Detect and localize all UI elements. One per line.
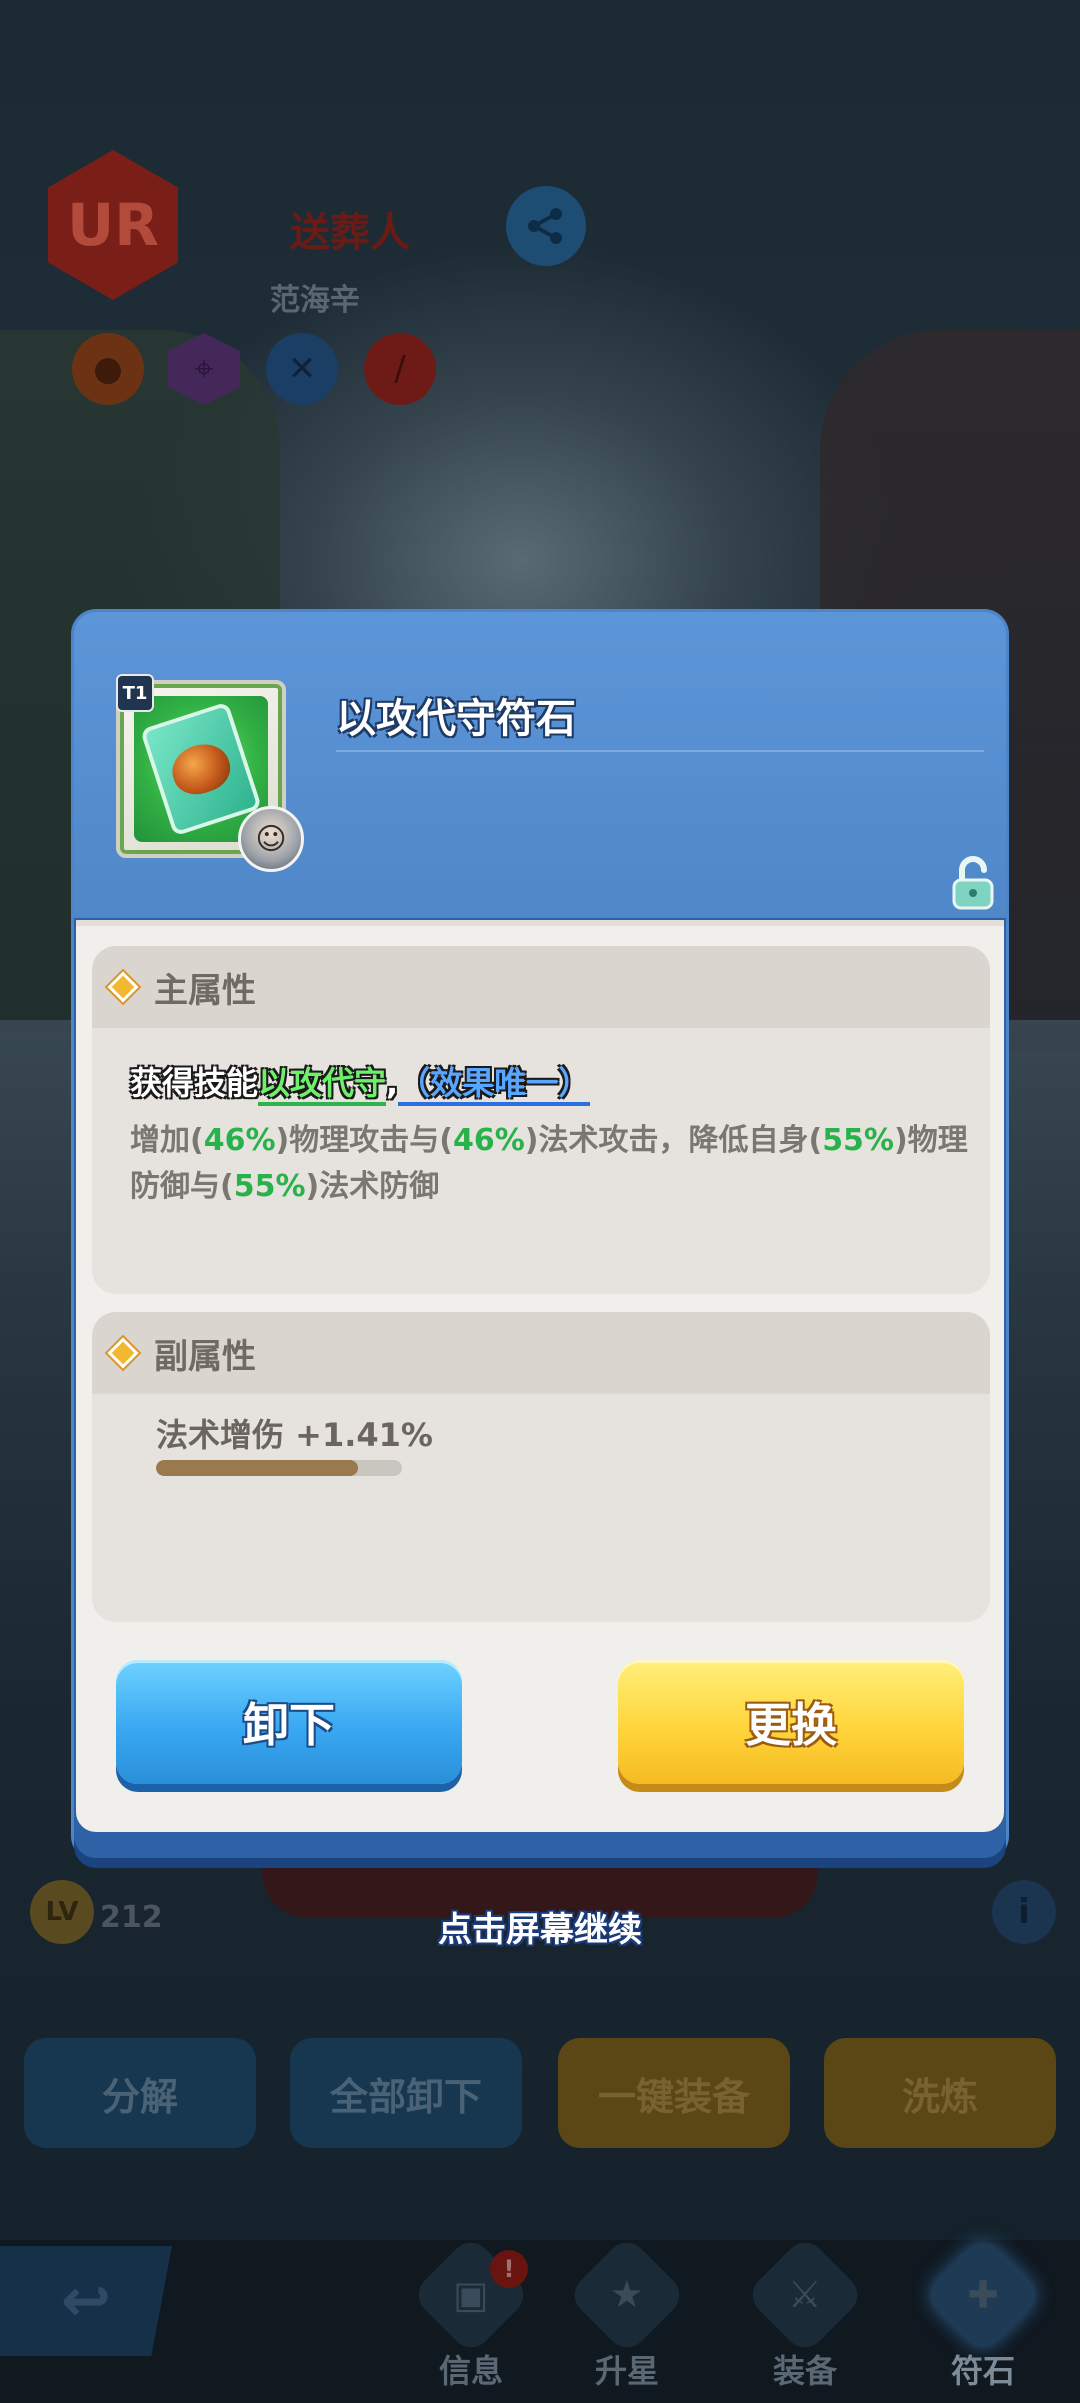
hero-name: 送葬人 (290, 210, 410, 256)
section-title: 主属性 (154, 970, 256, 1011)
share-button[interactable] (506, 186, 586, 266)
replace-button[interactable]: 更换 (618, 1660, 964, 1784)
title-divider (336, 750, 984, 752)
skill-line: 获得技能以攻代守,（效果唯一） (130, 1058, 591, 1106)
effect-text: )法术攻击，降低自身( (524, 1123, 823, 1158)
skill-separator: , (386, 1064, 399, 1102)
unequip-button[interactable]: 卸下 (116, 1660, 462, 1784)
nav-tab-equipment[interactable]: ⚔ 装备 (730, 2234, 880, 2403)
sub-stat-label: 法术增伤 +1.41% (156, 1416, 433, 1454)
hero-subtitle: 范海辛 (270, 283, 360, 318)
skill-effect-description: 增加(46%)物理攻击与(46%)法术攻击，降低自身(55%)物理防御与(55%… (130, 1118, 980, 1210)
nav-tab-info[interactable]: ▣ 信息 ! (396, 2234, 546, 2403)
refine-button[interactable]: 洗炼 (824, 2038, 1056, 2148)
notification-badge: ! (490, 2250, 528, 2288)
rune-stone-icon (139, 701, 263, 837)
effect-text: )物理攻击与( (275, 1123, 453, 1158)
equipment-action-row: 分解 全部卸下 一键装备 洗炼 (0, 2038, 1080, 2148)
effect-value: 55% (233, 1169, 306, 1204)
shirt-icon: ▣ (453, 2273, 489, 2317)
decompose-button[interactable]: 分解 (24, 2038, 256, 2148)
diamond-icon (107, 1337, 139, 1369)
modal-body: 主属性 获得技能以攻代守,（效果唯一） 增加(46%)物理攻击与(46%)法术攻… (76, 920, 1004, 1832)
nav-tab-label: 信息 (438, 2352, 503, 2390)
hero-portrait-icon: ☺ (238, 806, 304, 872)
unique-effect-tag[interactable]: （效果唯一） (398, 1064, 591, 1106)
sword-icon[interactable]: / (364, 333, 436, 405)
modal-header: T1 ☺ 以攻代守符石 (74, 612, 1006, 918)
main-attribute-section: 主属性 获得技能以攻代守,（效果唯一） 增加(46%)物理攻击与(46%)法术攻… (92, 946, 990, 1294)
effect-text: 增加( (130, 1123, 204, 1158)
diamond-icon (107, 971, 139, 1003)
tier-tag: T1 (116, 674, 154, 712)
nav-tab-label: 升星 (594, 2352, 659, 2390)
nav-tab-star-up[interactable]: ★ 升星 (552, 2234, 702, 2403)
unequip-all-button[interactable]: 全部卸下 (290, 2038, 522, 2148)
effect-text: )法术防御 (305, 1169, 440, 1204)
nav-tab-label: 符石 (950, 2352, 1015, 2390)
unlock-icon[interactable] (950, 856, 996, 910)
bottom-nav: ↩ ▣ 信息 ! ★ 升星 ⚔ 装备 ✚ 符石 (0, 2234, 1080, 2403)
continue-hint[interactable]: 点击屏幕继续 (0, 1902, 1080, 1951)
back-arrow-icon: ↩ (60, 2266, 112, 2336)
auto-equip-button[interactable]: 一键装备 (558, 2038, 790, 2148)
share-icon (528, 208, 562, 244)
rune-detail-modal: T1 ☺ 以攻代守符石 主属性 获得技能以攻代守,（效果唯一） 增加(46%)物… (74, 612, 1006, 1858)
effect-value: 46% (203, 1123, 276, 1158)
effect-value: 55% (822, 1123, 894, 1158)
sword-icon: ⚔ (788, 2273, 822, 2317)
section-title: 副属性 (154, 1336, 256, 1377)
nav-tab-label: 装备 (772, 2352, 837, 2390)
skill-name-link[interactable]: 以攻代守 (258, 1064, 387, 1106)
effect-value: 46% (452, 1123, 525, 1158)
rune-item-card: T1 ☺ (116, 674, 304, 872)
star-icon: ★ (610, 2273, 644, 2317)
sub-stat-progress-fill (156, 1460, 358, 1476)
back-button[interactable]: ↩ (0, 2246, 172, 2356)
sub-attribute-section: 副属性 法术增伤 +1.41% (92, 1312, 990, 1622)
sub-stat-progress-bar (156, 1460, 402, 1476)
crossed-swords-icon[interactable]: ✕ (266, 333, 338, 405)
rune-card-icon: ✚ (967, 2273, 999, 2317)
nav-tab-rune[interactable]: ✚ 符石 (908, 2234, 1058, 2403)
skill-prefix: 获得技能 (130, 1064, 259, 1102)
person-icon[interactable]: ● (72, 333, 144, 405)
item-name: 以攻代守符石 (336, 696, 576, 742)
